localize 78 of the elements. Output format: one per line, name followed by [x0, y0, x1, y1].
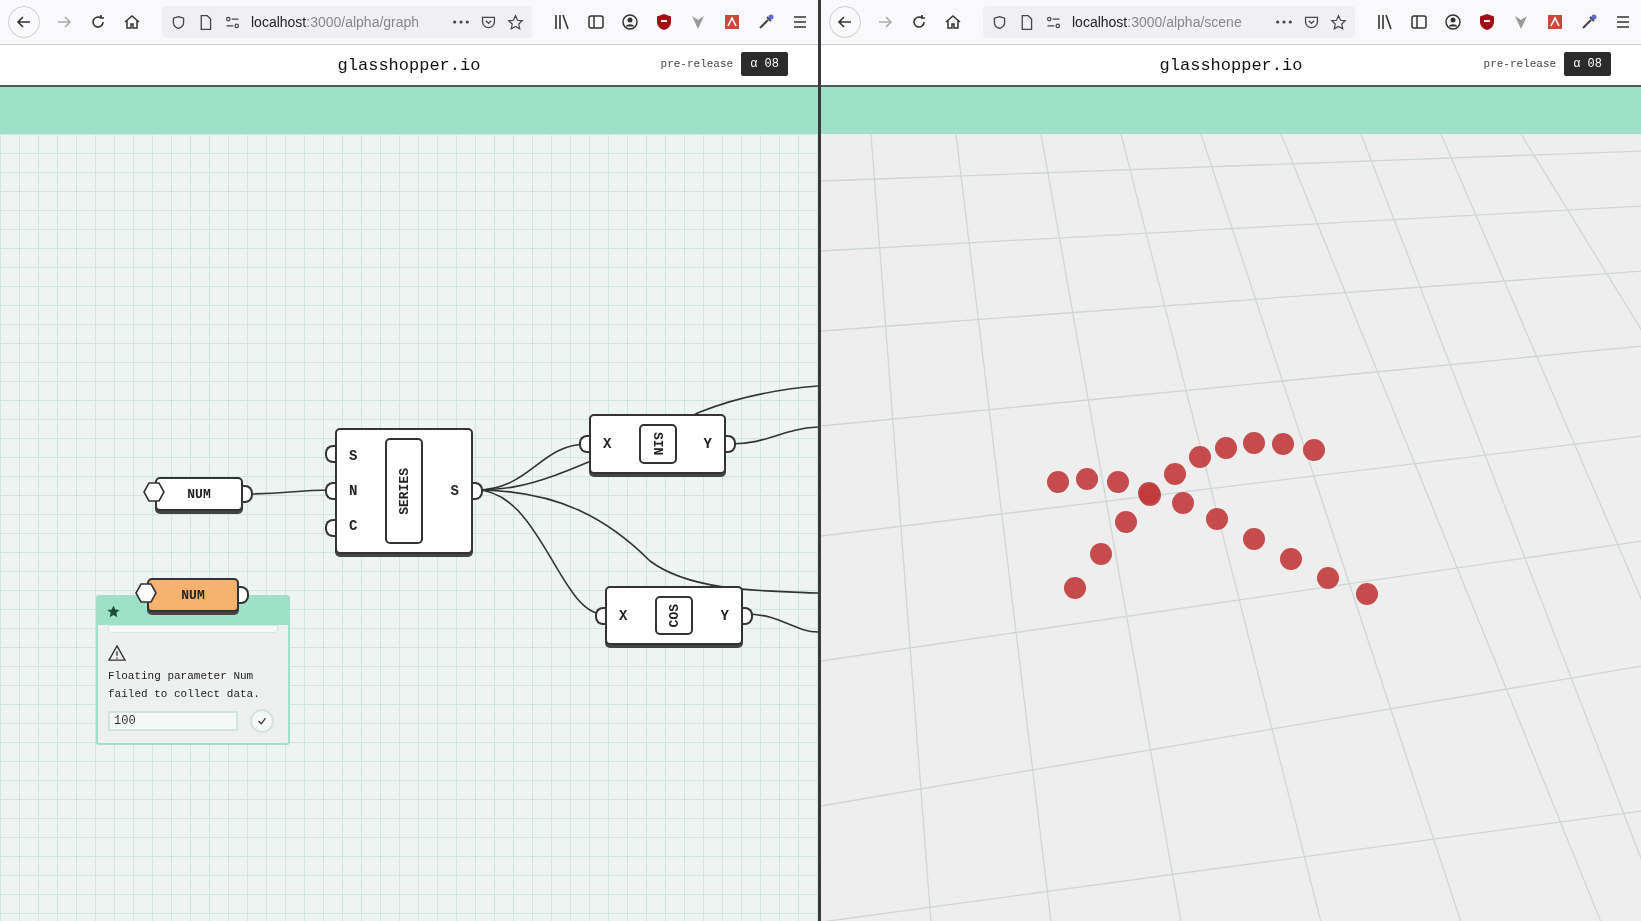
output-label: Y	[703, 436, 712, 452]
component-node[interactable]: S N C SERIES S	[335, 428, 473, 554]
point-marker	[1090, 543, 1112, 565]
input-label: N	[349, 483, 358, 499]
point-marker	[1047, 471, 1069, 493]
error-message: Floating parameter Num failed to collect data.	[108, 669, 261, 702]
parameter-node[interactable]: NUM	[147, 578, 239, 612]
confirm-button[interactable]	[250, 709, 274, 733]
account-icon[interactable]	[620, 12, 640, 32]
input-label: X	[603, 436, 612, 452]
point-marker	[1172, 492, 1194, 514]
component-node[interactable]: X SIN Y	[589, 414, 726, 474]
address-bar[interactable]: localhost:3000/alpha/graph	[162, 6, 532, 38]
output-port[interactable]	[726, 435, 736, 453]
url-text: localhost:3000/alpha/graph	[251, 14, 421, 30]
point-marker	[1243, 528, 1265, 550]
library-icon[interactable]	[552, 12, 572, 32]
point-marker	[1107, 471, 1129, 493]
point-marker	[1076, 468, 1098, 490]
app-title: glasshopper.io	[1159, 55, 1303, 75]
more-icon[interactable]	[1275, 19, 1293, 25]
component-label: SIN	[638, 424, 677, 464]
shield-extension-icon[interactable]	[654, 12, 674, 32]
hexagon-input-port[interactable]	[143, 482, 165, 502]
input-port[interactable]	[325, 518, 335, 537]
input-label: S	[349, 447, 358, 464]
app-title: glasshopper.io	[337, 55, 481, 75]
star-icon[interactable]	[1330, 13, 1347, 31]
output-label: S	[450, 483, 459, 499]
point-marker	[1115, 511, 1137, 533]
hexagon-input-port[interactable]	[135, 583, 157, 603]
version-badge: α 08	[1564, 52, 1611, 76]
star-icon[interactable]	[106, 603, 121, 619]
shield-icon	[170, 13, 187, 31]
url-text: localhost:3000/alpha/scene	[1072, 14, 1243, 30]
warning-icon	[108, 645, 126, 661]
output-port[interactable]	[243, 485, 253, 503]
input-label: X	[619, 607, 628, 624]
more-icon[interactable]	[452, 19, 470, 25]
point-marker	[1164, 463, 1186, 485]
home-icon[interactable]	[943, 12, 963, 32]
output-port[interactable]	[743, 606, 753, 625]
point-marker	[1064, 577, 1086, 599]
input-port[interactable]	[325, 482, 335, 500]
sidebar-icon[interactable]	[586, 12, 606, 32]
shield-icon	[991, 13, 1008, 31]
output-port[interactable]	[473, 482, 483, 500]
point-marker	[1272, 433, 1294, 455]
library-icon[interactable]	[1375, 12, 1395, 32]
extension-icon[interactable]	[722, 12, 742, 32]
star-icon[interactable]	[507, 13, 524, 31]
point-marker	[1356, 583, 1378, 605]
input-port[interactable]	[325, 445, 335, 464]
point-marker	[1206, 508, 1228, 530]
address-bar[interactable]: localhost:3000/alpha/scene	[983, 6, 1355, 38]
point-marker	[1317, 567, 1339, 589]
input-port[interactable]	[579, 435, 589, 453]
output-port[interactable]	[239, 586, 249, 604]
point-marker	[1243, 432, 1265, 454]
extension-icon[interactable]	[1545, 12, 1565, 32]
point-marker	[1215, 437, 1237, 459]
point-marker	[1280, 548, 1302, 570]
input-label: C	[349, 518, 358, 535]
component-node[interactable]: X COS Y	[605, 586, 743, 645]
point-marker	[1303, 439, 1325, 461]
input-port[interactable]	[595, 606, 605, 625]
release-label: pre-release	[660, 58, 734, 70]
component-label: SERIES	[385, 438, 423, 544]
component-label: COS	[655, 596, 693, 635]
shield-extension-icon[interactable]	[1477, 12, 1497, 32]
home-icon[interactable]	[122, 12, 142, 32]
sidebar-icon[interactable]	[1409, 12, 1429, 32]
output-label: Y	[720, 607, 729, 624]
point-marker	[1189, 446, 1211, 468]
value-input[interactable]: 100	[108, 711, 238, 731]
release-label: pre-release	[1483, 58, 1557, 70]
version-badge: α 08	[741, 52, 788, 76]
account-icon[interactable]	[1443, 12, 1463, 32]
